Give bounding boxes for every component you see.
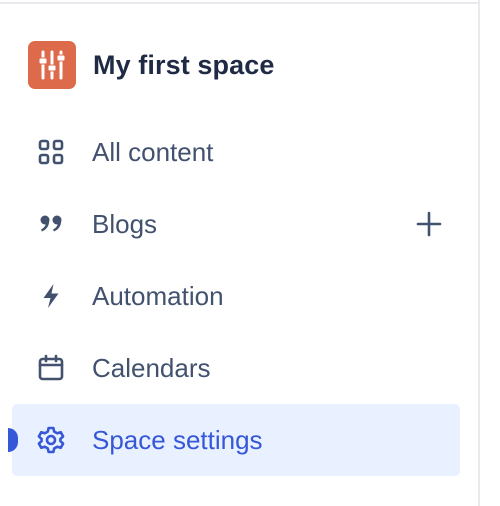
quote-icon xyxy=(36,209,66,239)
sidebar-item-calendars[interactable]: Calendars xyxy=(12,332,460,404)
sliders-icon xyxy=(38,50,66,80)
space-header[interactable]: My first space xyxy=(28,41,274,89)
sidebar-item-label: Calendars xyxy=(92,352,211,383)
space-avatar xyxy=(28,41,76,89)
page: My first space All content Blogs Automat… xyxy=(0,0,500,506)
lightning-icon xyxy=(36,281,66,311)
gear-icon xyxy=(36,425,66,455)
calendar-icon xyxy=(36,353,66,383)
sidebar-divider[interactable] xyxy=(478,0,480,506)
sidebar-item-label: Space settings xyxy=(92,424,263,455)
sidebar-item-space-settings[interactable]: Space settings xyxy=(8,404,460,476)
sidebar-item-blogs[interactable]: Blogs xyxy=(12,188,460,260)
active-indicator xyxy=(8,428,18,452)
sidebar-item-label: All content xyxy=(92,136,214,167)
add-blog-button[interactable] xyxy=(414,209,444,239)
grid-icon xyxy=(36,137,66,167)
sidebar-item-automation[interactable]: Automation xyxy=(12,260,460,332)
plus-icon xyxy=(416,211,442,237)
sidebar-item-all-content[interactable]: All content xyxy=(12,116,460,188)
space-title: My first space xyxy=(93,49,275,80)
space-sidebar: My first space All content Blogs Automat… xyxy=(0,0,478,506)
sidebar-item-label: Automation xyxy=(92,280,224,311)
sidebar-item-label: Blogs xyxy=(92,208,158,239)
